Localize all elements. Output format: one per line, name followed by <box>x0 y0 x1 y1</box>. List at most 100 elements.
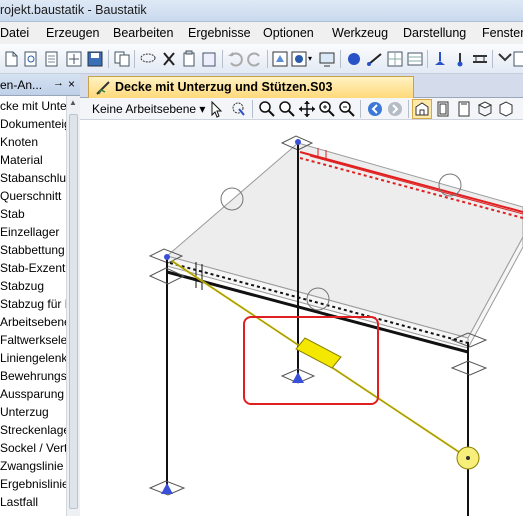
pin-icon[interactable]: → <box>53 77 64 89</box>
view-3d-box-icon[interactable] <box>497 100 515 118</box>
cut-icon[interactable] <box>160 50 178 68</box>
view-front-icon[interactable] <box>434 100 452 118</box>
toolbar-separator <box>340 50 341 68</box>
model-3d-view[interactable] <box>80 120 523 516</box>
toolbar-separator <box>408 100 409 118</box>
tree-item-ergebnislinie[interactable]: Ergebnislinie <box>0 475 66 493</box>
tree-item-stabbettung[interactable]: Stabbettung <box>0 241 65 259</box>
rotate-view-icon[interactable] <box>230 100 248 118</box>
table-icon[interactable] <box>406 50 424 68</box>
title-bar: rojekt.baustatik - Baustatik <box>0 0 523 22</box>
dropdown-arrow-icon[interactable]: ▾ <box>308 54 312 63</box>
tree-item-stab[interactable]: Stab <box>0 205 25 223</box>
menu-datei[interactable]: Datei <box>0 26 29 40</box>
tree-item-einzellager[interactable]: Einzellager <box>0 223 59 241</box>
view-3d-icon[interactable] <box>271 50 289 68</box>
panel-title: en-An... <box>0 78 43 92</box>
toolbar-separator <box>427 50 428 68</box>
tree-item-bewehrung[interactable]: Bewehrungsa <box>0 367 66 385</box>
window-title: rojekt.baustatik - Baustatik <box>0 3 147 17</box>
line-tool-icon[interactable] <box>366 50 384 68</box>
document-tab-label: Decke mit Unterzug und Stützen.S03 <box>115 80 333 94</box>
new-document-icon[interactable] <box>2 50 20 68</box>
zoom-extents-icon[interactable] <box>278 100 296 118</box>
menu-bearbeiten[interactable]: Bearbeiten <box>113 26 173 40</box>
tree-item-zwangslinie[interactable]: Zwangslinie <box>0 457 63 475</box>
tree-item-root[interactable]: cke mit Unter <box>0 97 66 115</box>
tree-list: cke mit Unter Dokumenteig Knoten Materia… <box>0 96 66 516</box>
tree-item-faltwerkselement[interactable]: Faltwerkselen <box>0 331 66 349</box>
work-plane-dropdown[interactable]: Keine Arbeitsebene ▾ <box>92 102 205 116</box>
grid-icon[interactable] <box>386 50 404 68</box>
view-top-icon[interactable] <box>476 100 494 118</box>
menu-ergebnisse[interactable]: Ergebnisse <box>188 26 251 40</box>
pan-icon[interactable] <box>298 100 316 118</box>
zoom-window-icon[interactable] <box>258 100 276 118</box>
tree-item-stab-exzentrizitaet[interactable]: Stab-Exzentri <box>0 259 66 277</box>
tree-item-material[interactable]: Material <box>0 151 43 169</box>
support-icon[interactable] <box>431 50 449 68</box>
tree-item-dokumenteigenschaften[interactable]: Dokumenteig <box>0 115 66 133</box>
tree-item-aussparung[interactable]: Aussparung <box>0 385 64 403</box>
tree-item-sockel[interactable]: Sockel / Vert <box>0 439 66 457</box>
tree-item-stabanschluss[interactable]: Stabanschlus <box>0 169 66 187</box>
view-iso-icon[interactable] <box>412 99 432 119</box>
copy-icon[interactable] <box>113 50 131 68</box>
clipboard-icon[interactable] <box>180 50 198 68</box>
toolbar-separator <box>222 50 223 68</box>
sphere-icon[interactable] <box>345 50 363 68</box>
menu-bar: Datei Erzeugen Bearbeiten Ergebnisse Opt… <box>0 22 523 44</box>
document-tab[interactable]: Decke mit Unterzug und Stützen.S03 <box>88 76 414 98</box>
zoom-in-icon[interactable] <box>318 100 336 118</box>
beam-icon[interactable] <box>471 50 489 68</box>
node-point[interactable] <box>295 139 301 145</box>
menu-erzeugen[interactable]: Erzeugen <box>46 26 100 40</box>
menu-werkzeug[interactable]: Werkzeug <box>332 26 388 40</box>
save-icon[interactable] <box>86 50 104 68</box>
tree-item-querschnitt[interactable]: Querschnitt <box>0 187 61 205</box>
toolbar-separator <box>134 50 135 68</box>
scroll-up-icon[interactable]: ▲ <box>69 98 77 107</box>
toolbar-separator <box>360 100 361 118</box>
fit-icon[interactable] <box>65 50 83 68</box>
tree-item-liniengelenk[interactable]: Liniengelenk <box>0 349 66 367</box>
monitor-icon[interactable] <box>318 50 336 68</box>
document-tab-strip: Decke mit Unterzug und Stützen.S03 <box>80 74 523 98</box>
toolbar-separator <box>252 100 253 118</box>
tree-item-lastfall[interactable]: Lastfall <box>0 493 38 511</box>
document-icon[interactable] <box>43 50 61 68</box>
node-point[interactable] <box>164 254 170 260</box>
print-preview-icon[interactable] <box>22 50 40 68</box>
panel-header: en-An... → × <box>0 74 80 96</box>
paste-icon[interactable] <box>200 50 218 68</box>
close-icon[interactable]: × <box>68 77 75 91</box>
menu-fenster[interactable]: Fenster <box>482 26 523 40</box>
back-icon[interactable] <box>366 100 384 118</box>
tree-item-unterzug[interactable]: Unterzug <box>0 403 49 421</box>
zoom-out-icon[interactable] <box>338 100 356 118</box>
undo-icon[interactable] <box>226 50 244 68</box>
main-toolbar: ▾ <box>0 44 523 74</box>
menu-darstellung[interactable]: Darstellung <box>403 26 466 40</box>
tree-item-stabzug-fuer[interactable]: Stabzug für E <box>0 295 66 313</box>
toolbar-separator <box>267 50 268 68</box>
selection-highlight <box>243 316 379 405</box>
tree-item-stabzug[interactable]: Stabzug <box>0 277 44 295</box>
view-toolbar: Keine Arbeitsebene ▾ <box>80 98 523 120</box>
tree-scrollbar[interactable]: ▲ <box>66 96 80 516</box>
view-side-icon[interactable] <box>455 100 473 118</box>
forward-icon[interactable] <box>386 100 404 118</box>
lasso-icon[interactable] <box>139 50 157 68</box>
node-icon[interactable] <box>451 50 469 68</box>
more-tools-icon[interactable] <box>512 50 523 68</box>
tree-item-knoten[interactable]: Knoten <box>0 133 38 151</box>
scrollbar-thumb[interactable] <box>69 114 78 509</box>
model-tree-panel: en-An... → × cke mit Unter Dokumenteig K… <box>0 74 80 516</box>
menu-optionen[interactable]: Optionen <box>263 26 314 40</box>
tree-item-arbeitsebene[interactable]: Arbeitsebene <box>0 313 66 331</box>
render-mode-icon[interactable] <box>290 50 308 68</box>
select-pointer-icon[interactable] <box>208 100 226 118</box>
tree-item-streckenlager[interactable]: Streckenlage <box>0 421 66 439</box>
support-icon[interactable] <box>161 483 173 494</box>
redo-icon[interactable] <box>246 50 264 68</box>
